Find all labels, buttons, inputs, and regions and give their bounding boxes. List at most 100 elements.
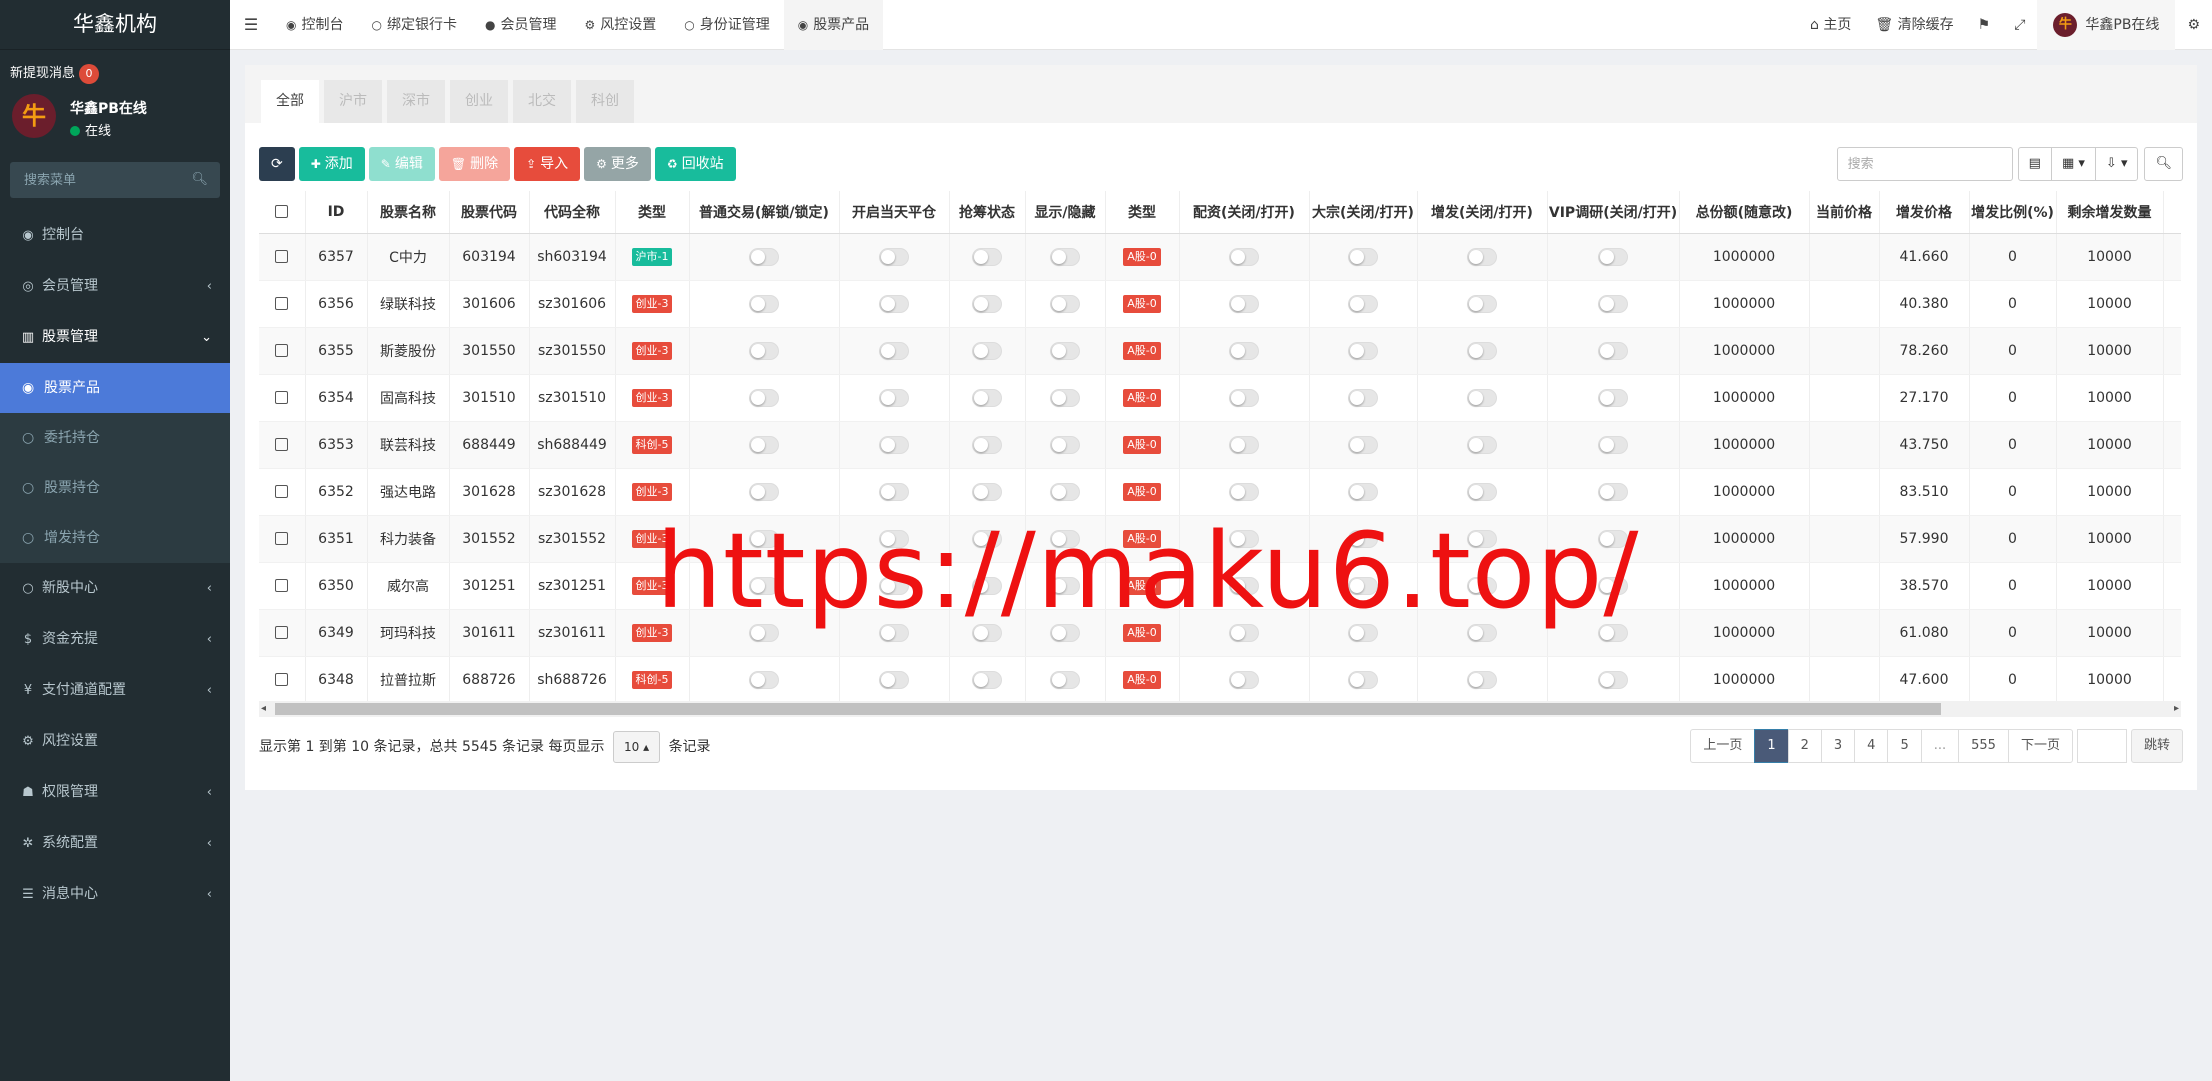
normal-trade-toggle[interactable]	[749, 388, 779, 407]
normal-trade-toggle[interactable]	[749, 529, 779, 548]
col-header[interactable]: 大宗(关闭/打开)	[1309, 191, 1418, 234]
show-hide-toggle[interactable]	[1050, 576, 1080, 595]
row-checkbox-cell[interactable]	[259, 515, 306, 563]
fullscreen-icon[interactable]: ⤢	[2002, 0, 2037, 50]
placement-toggle[interactable]	[1467, 670, 1497, 689]
show-hide-toggle[interactable]	[1050, 623, 1080, 642]
grab-status-toggle[interactable]	[972, 294, 1002, 313]
row-checkbox[interactable]	[275, 391, 289, 404]
filter-tab-gem[interactable]: 创业	[450, 80, 508, 123]
next-page-button[interactable]: 下一页	[2007, 729, 2073, 763]
vip-research-toggle[interactable]	[1598, 623, 1628, 642]
row-checkbox-cell[interactable]	[259, 374, 306, 422]
import-button[interactable]: ⇪ 导入	[514, 147, 581, 181]
block-trade-toggle[interactable]	[1348, 435, 1378, 454]
col-header[interactable]: 总份额(随意改)	[1679, 191, 1810, 234]
row-checkbox[interactable]	[275, 297, 289, 310]
language-icon[interactable]: ⚑	[1966, 0, 2003, 50]
horizontal-scrollbar[interactable]: ◂ ▸	[259, 701, 2181, 717]
margin-toggle[interactable]	[1229, 576, 1259, 595]
row-checkbox-cell[interactable]	[259, 609, 306, 657]
tab-stock-products[interactable]: ◉ 股票产品	[783, 0, 884, 50]
same-day-close-toggle[interactable]	[879, 670, 909, 689]
placement-toggle[interactable]	[1467, 294, 1497, 313]
filter-tab-sh[interactable]: 沪市	[324, 80, 382, 123]
placement-toggle[interactable]	[1467, 623, 1497, 642]
page-button[interactable]: 4	[1854, 729, 1889, 763]
placement-toggle[interactable]	[1467, 529, 1497, 548]
settings-icon[interactable]: ⚙	[2175, 0, 2212, 50]
row-checkbox-cell[interactable]	[259, 656, 306, 701]
tab-members[interactable]: ● 会员管理	[471, 0, 570, 50]
vip-research-toggle[interactable]	[1598, 388, 1628, 407]
search-icon[interactable]: 🔍︎	[191, 172, 208, 187]
more-button[interactable]: ⚙ 更多	[584, 147, 651, 181]
col-header[interactable]: 当前价格	[1809, 191, 1880, 234]
show-hide-toggle[interactable]	[1050, 294, 1080, 313]
menu-toggle-icon[interactable]: ☰	[230, 0, 272, 50]
row-checkbox-cell[interactable]	[259, 280, 306, 328]
table-row[interactable]: 6357 C中力 603194 sh603194 沪市-1 A股-0 1000000 41.6…	[259, 233, 2181, 281]
delete-button[interactable]: 🗑︎ 删除	[438, 147, 511, 181]
filter-tab-bj[interactable]: 北交	[513, 80, 571, 123]
same-day-close-toggle[interactable]	[879, 435, 909, 454]
same-day-close-toggle[interactable]	[879, 623, 909, 642]
page-button[interactable]: 1	[1754, 729, 1789, 763]
grab-status-toggle[interactable]	[972, 435, 1002, 454]
withdraw-notice[interactable]: 新提现消息 0	[0, 50, 230, 90]
table-search-input[interactable]	[1836, 147, 2013, 181]
block-trade-toggle[interactable]	[1348, 576, 1378, 595]
page-size-dropdown[interactable]: 10 ▴	[612, 731, 661, 763]
sidebar-subitem-entrust[interactable]: ○ 委托持仓	[0, 413, 230, 463]
table-row[interactable]: 6350 威尔高 301251 sz301251 创业-3 A股-0 1000000 38.5…	[259, 562, 2181, 610]
jump-page-input[interactable]	[2076, 729, 2127, 763]
margin-toggle[interactable]	[1229, 670, 1259, 689]
col-header[interactable]: 抢筹状态	[949, 191, 1026, 234]
table-row[interactable]: 6349 珂玛科技 301611 sz301611 创业-3 A股-0 1000000 61.…	[259, 609, 2181, 657]
show-hide-toggle[interactable]	[1050, 247, 1080, 266]
show-hide-toggle[interactable]	[1050, 482, 1080, 501]
table-row[interactable]: 6348 拉普拉斯 688726 sh688726 科创-5 A股-0 1000000 47.…	[259, 656, 2181, 701]
block-trade-toggle[interactable]	[1348, 388, 1378, 407]
col-header[interactable]: 代码全称	[529, 191, 616, 234]
col-header[interactable]: 显示/隐藏	[1025, 191, 1106, 234]
vip-research-toggle[interactable]	[1598, 670, 1628, 689]
row-checkbox-cell[interactable]	[259, 233, 306, 281]
col-header[interactable]: 增发	[2163, 191, 2181, 234]
vip-research-toggle[interactable]	[1598, 294, 1628, 313]
page-button[interactable]: 555	[1958, 729, 2009, 763]
row-checkbox[interactable]	[275, 673, 289, 686]
sidebar-subitem-holdings[interactable]: ○ 股票持仓	[0, 463, 230, 513]
export-dropdown-icon[interactable]: ⇩ ▾	[2094, 147, 2139, 181]
same-day-close-toggle[interactable]	[879, 388, 909, 407]
col-header[interactable]: 类型	[615, 191, 690, 234]
prev-page-button[interactable]: 上一页	[1690, 729, 1756, 763]
placement-toggle[interactable]	[1467, 482, 1497, 501]
scrollbar-thumb[interactable]	[275, 703, 1941, 715]
same-day-close-toggle[interactable]	[879, 341, 909, 360]
table-row[interactable]: 6356 绿联科技 301606 sz301606 创业-3 A股-0 1000000 40.…	[259, 280, 2181, 328]
jump-button[interactable]: 跳转	[2130, 729, 2183, 763]
same-day-close-toggle[interactable]	[879, 482, 909, 501]
block-trade-toggle[interactable]	[1348, 670, 1378, 689]
vip-research-toggle[interactable]	[1598, 529, 1628, 548]
table-row[interactable]: 6354 固高科技 301510 sz301510 创业-3 A股-0 1000000 27.…	[259, 374, 2181, 422]
normal-trade-toggle[interactable]	[749, 341, 779, 360]
scroll-left-icon[interactable]: ◂	[261, 701, 266, 717]
block-trade-toggle[interactable]	[1348, 529, 1378, 548]
tab-id-card[interactable]: ○ 身份证管理	[670, 0, 783, 50]
normal-trade-toggle[interactable]	[749, 247, 779, 266]
row-checkbox[interactable]	[275, 532, 289, 545]
sidebar-item-members[interactable]: ◎ 会员管理 ‹	[0, 261, 230, 312]
block-trade-toggle[interactable]	[1348, 623, 1378, 642]
placement-toggle[interactable]	[1467, 388, 1497, 407]
normal-trade-toggle[interactable]	[749, 294, 779, 313]
block-trade-toggle[interactable]	[1348, 247, 1378, 266]
page-button[interactable]: 2	[1787, 729, 1822, 763]
margin-toggle[interactable]	[1229, 435, 1259, 454]
page-button[interactable]: 5	[1887, 729, 1922, 763]
col-header[interactable]: 股票代码	[449, 191, 530, 234]
col-header[interactable]: 增发价格	[1879, 191, 1970, 234]
edit-button[interactable]: ✎ 编辑	[368, 147, 435, 181]
vip-research-toggle[interactable]	[1598, 435, 1628, 454]
